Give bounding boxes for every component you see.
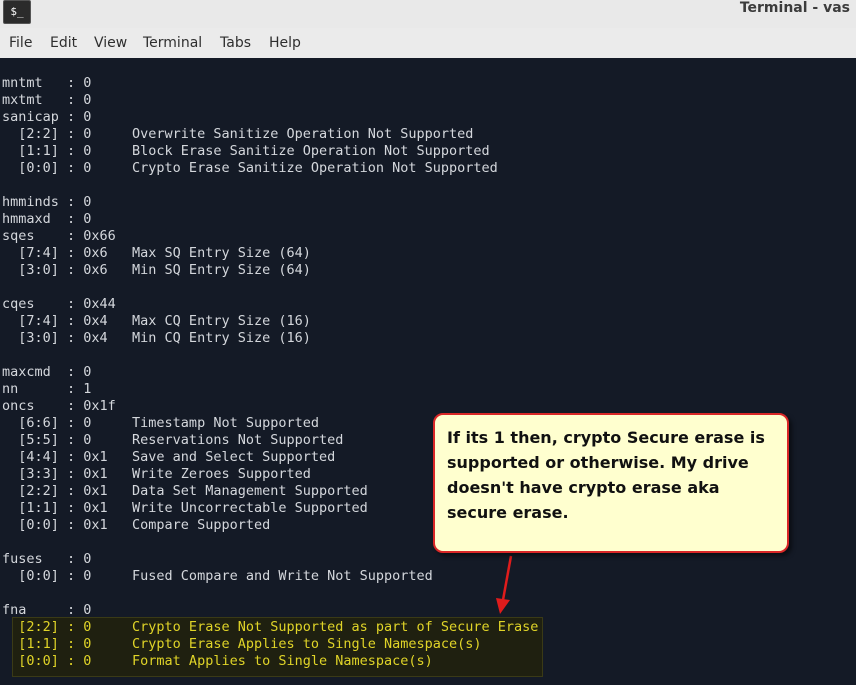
terminal-line: [7:4] : 0x4 Max CQ Entry Size (16)	[2, 313, 311, 329]
menu-help[interactable]: Help	[269, 28, 301, 58]
terminal-line: sanicap : 0	[2, 109, 92, 125]
terminal-line: [2:2] : 0 Overwrite Sanitize Operation N…	[2, 126, 474, 142]
terminal-line: oncs : 0x1f	[2, 398, 116, 414]
highlighted-terminal-line: [0:0] : 0 Format Applies to Single Names…	[2, 653, 433, 669]
window-title: Terminal - vas	[739, 0, 850, 16]
terminal-line: [6:6] : 0 Timestamp Not Supported	[2, 415, 319, 431]
menu-file[interactable]: File	[9, 28, 32, 58]
terminal-line: [0:0] : 0 Crypto Erase Sanitize Operatio…	[2, 160, 498, 176]
terminal-line: [3:0] : 0x4 Min CQ Entry Size (16)	[2, 330, 311, 346]
terminal-line: mntmt : 0	[2, 75, 92, 91]
terminal-line: sqes : 0x66	[2, 228, 116, 244]
terminal-line: nn : 1	[2, 381, 92, 397]
menu-edit[interactable]: Edit	[50, 28, 77, 58]
menu-tabs[interactable]: Tabs	[220, 28, 251, 58]
terminal-app-icon: $_	[3, 0, 31, 24]
terminal-line: hmmaxd : 0	[2, 211, 92, 227]
terminal-line: fuses : 0	[2, 551, 92, 567]
terminal-line: hmminds : 0	[2, 194, 92, 210]
terminal-line: [1:1] : 0x1 Write Uncorrectable Supporte…	[2, 500, 368, 516]
menu-view[interactable]: View	[94, 28, 127, 58]
terminal-line: [0:0] : 0x1 Compare Supported	[2, 517, 271, 533]
terminal-line: [3:0] : 0x6 Min SQ Entry Size (64)	[2, 262, 311, 278]
terminal-line: [2:2] : 0x1 Data Set Management Supporte…	[2, 483, 368, 499]
terminal-line: maxcmd : 0	[2, 364, 92, 380]
terminal-line: [7:4] : 0x6 Max SQ Entry Size (64)	[2, 245, 311, 261]
menu-terminal[interactable]: Terminal	[143, 28, 202, 58]
title-bar: $_ Terminal - vas	[0, 0, 856, 28]
highlighted-terminal-line: [1:1] : 0 Crypto Erase Applies to Single…	[2, 636, 482, 652]
terminal-line: [0:0] : 0 Fused Compare and Write Not Su…	[2, 568, 433, 584]
terminal-line: [5:5] : 0 Reservations Not Supported	[2, 432, 344, 448]
annotation-callout: If its 1 then, crypto Secure erase is su…	[433, 413, 789, 553]
menu-bar: File Edit View Terminal Tabs Help	[0, 28, 856, 59]
terminal-line: [3:3] : 0x1 Write Zeroes Supported	[2, 466, 311, 482]
terminal-line: [4:4] : 0x1 Save and Select Supported	[2, 449, 336, 465]
highlighted-terminal-line: [2:2] : 0 Crypto Erase Not Supported as …	[2, 619, 539, 635]
terminal-line: cqes : 0x44	[2, 296, 116, 312]
terminal-line: mxtmt : 0	[2, 92, 92, 108]
callout-text: If its 1 then, crypto Secure erase is su…	[447, 428, 765, 522]
terminal-line: [1:1] : 0 Block Erase Sanitize Operation…	[2, 143, 490, 159]
